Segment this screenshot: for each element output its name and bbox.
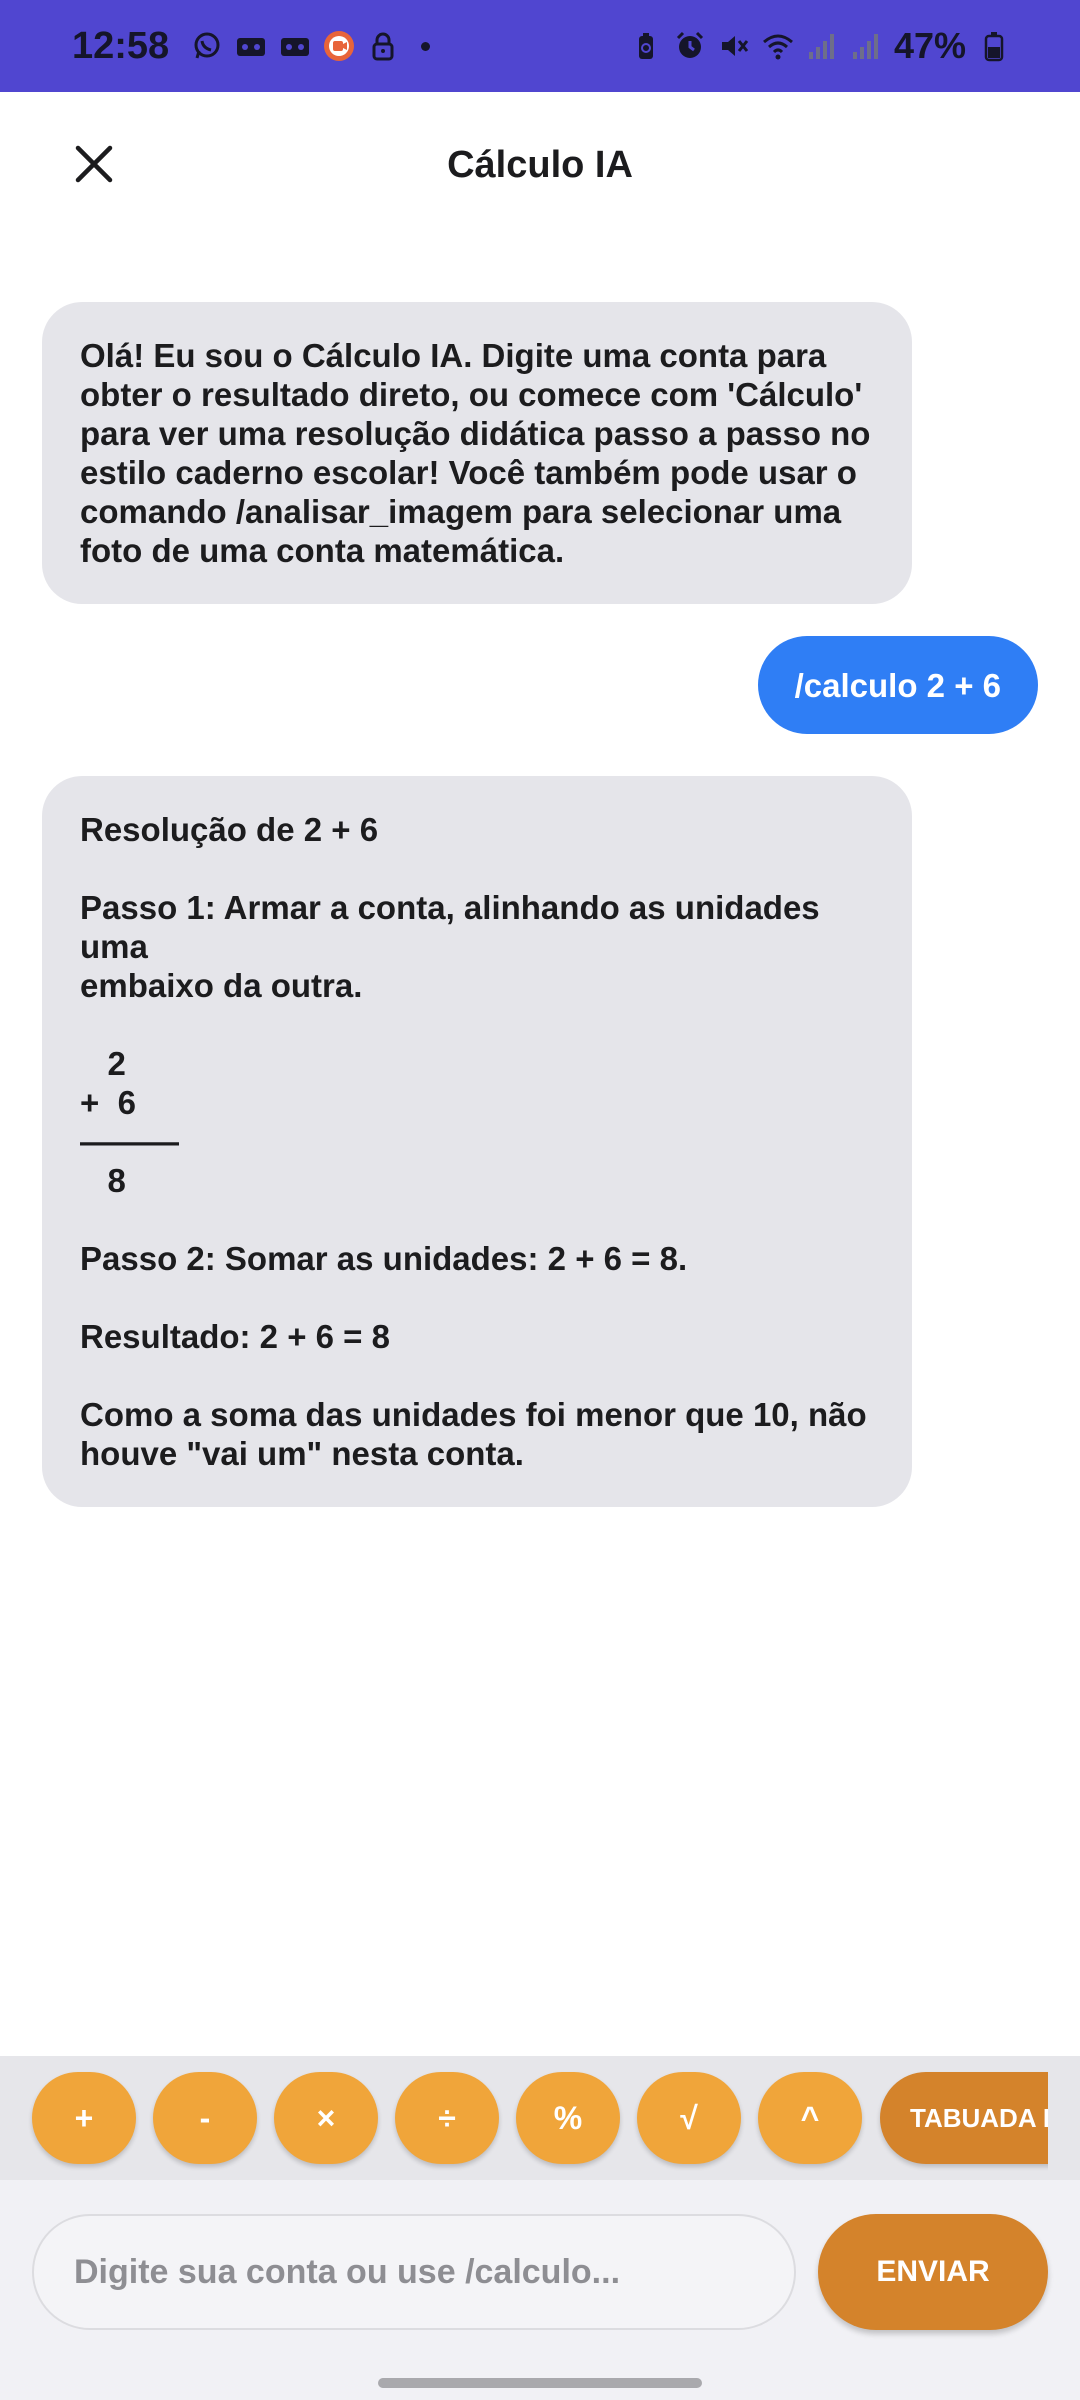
wifi-icon (762, 30, 794, 62)
signal-icon (806, 30, 838, 62)
navigation-bar (0, 2360, 1080, 2400)
op-power-button[interactable]: ^ (758, 2072, 862, 2164)
notification-dot (421, 41, 431, 51)
op-minus-button[interactable]: - (153, 2072, 257, 2164)
status-clock: 12:58 (72, 24, 170, 67)
app-header: Cálculo IA (0, 92, 1080, 238)
message-input[interactable] (32, 2214, 796, 2330)
op-plus-button[interactable]: + (32, 2072, 136, 2164)
status-right: 47% (630, 25, 1010, 67)
battery-percent: 47% (893, 25, 966, 66)
bot-message-resolution: Resolução de 2 + 6 Passo 1: Armar a cont… (42, 776, 912, 1507)
screen-recorder-icon (323, 30, 355, 62)
bot-message-welcome: Olá! Eu sou o Cálculo IA. Digite uma con… (42, 302, 912, 604)
voicemail-icon (279, 30, 311, 62)
alarm-icon (674, 30, 706, 62)
status-bar: 12:58 47% (0, 0, 1080, 92)
page-title: Cálculo IA (447, 143, 633, 186)
status-left: 12:58 (72, 24, 431, 68)
op-sqrt-button[interactable]: √ (637, 2072, 741, 2164)
signal-icon (850, 30, 882, 62)
input-row: ENVIAR (0, 2180, 1080, 2360)
close-button[interactable] (68, 138, 120, 190)
op-percent-button[interactable]: % (516, 2072, 620, 2164)
send-button[interactable]: ENVIAR (818, 2214, 1048, 2330)
user-message: /calculo 2 + 6 (757, 636, 1038, 734)
mute-icon (718, 30, 750, 62)
battery-icon (978, 30, 1010, 62)
whatsapp-icon (191, 30, 223, 62)
ops-bar-edge (1048, 2056, 1080, 2180)
op-multiply-button[interactable]: × (274, 2072, 378, 2164)
battery-saver-icon (630, 30, 662, 62)
op-divide-button[interactable]: ÷ (395, 2072, 499, 2164)
chat-area[interactable]: Olá! Eu sou o Cálculo IA. Digite uma con… (0, 238, 1080, 2056)
quick-operators-bar[interactable]: + - × ÷ % √ ^ TABUADA DE (0, 2056, 1080, 2180)
voicemail-icon (235, 30, 267, 62)
close-icon (75, 145, 113, 183)
home-gesture-handle[interactable] (378, 2378, 702, 2388)
lock-icon (367, 30, 399, 62)
